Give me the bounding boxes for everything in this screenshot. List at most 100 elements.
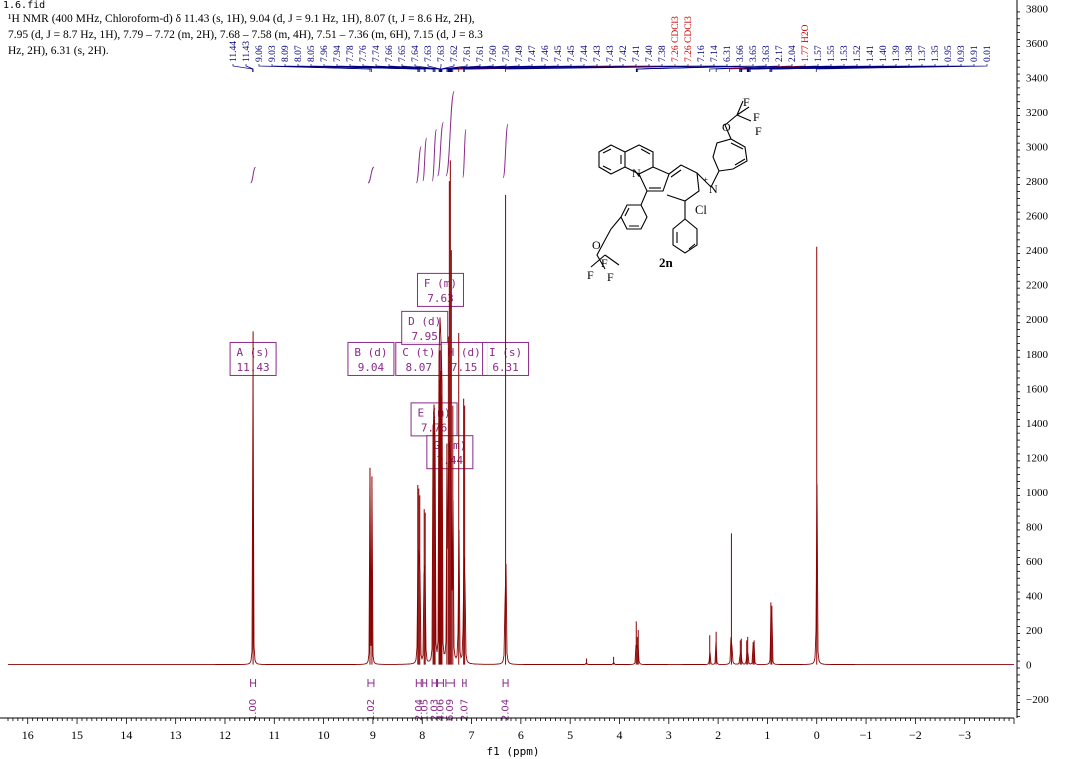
x-tick-label: −2	[909, 728, 922, 742]
peak-label: 7.63	[437, 45, 447, 62]
atom-label: Cl	[695, 203, 707, 217]
peak-label: 7.62	[450, 45, 460, 62]
multiplet-label-C: C (t)	[402, 346, 435, 359]
x-tick-label: 7	[469, 728, 475, 742]
peak-label: 7.26 CDCl3	[684, 16, 694, 62]
x-tick-label: 6	[518, 728, 524, 742]
y-tick-label: 3600	[1026, 38, 1049, 50]
peak-leader	[232, 64, 253, 72]
y-tick-label: 0	[1026, 660, 1032, 672]
integral-bracket	[437, 679, 444, 687]
integral-bracket	[367, 679, 375, 687]
peak-label: 9.03	[268, 45, 278, 62]
peak-label: 0.93	[957, 45, 967, 62]
multiplet-shift-D: 7.95	[411, 330, 438, 343]
x-tick-label: 12	[219, 728, 231, 742]
y-tick-label: 2000	[1026, 314, 1049, 326]
y-tick-label: 3800	[1026, 3, 1049, 15]
peak-label: 11.43	[242, 41, 252, 62]
peak-label: 7.76	[359, 45, 369, 62]
y-tick-label: 600	[1026, 556, 1043, 568]
peak-label: 1.35	[931, 45, 941, 62]
y-tick-label: 200	[1026, 625, 1043, 637]
peak-label: 7.26 CDCl3	[671, 16, 681, 62]
peak-label: 7.66	[385, 45, 395, 62]
y-tick-label: 3200	[1026, 107, 1049, 119]
peak-label: 7.61	[463, 45, 473, 62]
peak-label: 1.52	[853, 45, 863, 62]
peak-label: 7.63	[424, 45, 434, 62]
y-tick-label: 1400	[1026, 418, 1049, 430]
peak-label: 1.77 H2O	[801, 24, 811, 62]
multiplet-shift-B: 9.04	[358, 361, 385, 374]
integral-curve	[367, 166, 375, 184]
x-tick-label: 16	[22, 728, 34, 742]
peak-label: 7.45	[567, 45, 577, 62]
x-tick-label: 5	[567, 728, 573, 742]
peak-label: 1.38	[905, 45, 915, 62]
integral-curve	[250, 166, 257, 184]
peak-label: 7.16	[697, 45, 707, 62]
x-tick-label: 4	[616, 728, 622, 742]
peak-label: 0.95	[944, 45, 954, 62]
y-tick-label: 1000	[1026, 487, 1049, 499]
integral-bracket	[422, 679, 428, 687]
peak-label: 2.04	[788, 45, 798, 62]
peak-label: 7.78	[346, 45, 356, 62]
peak-label: 8.05	[307, 45, 317, 62]
spectrum-layer	[8, 160, 1014, 666]
peak-label: 7.44	[580, 45, 590, 62]
y-tick-label: 2200	[1026, 280, 1049, 292]
integral-bracket	[250, 679, 257, 687]
nmr-spectrum-chart: A (s)11.43B (d)9.04C (t)8.07D (d)7.95E (…	[0, 0, 1049, 758]
x-tick-label: 13	[170, 728, 182, 742]
x-tick-label: 2	[715, 728, 721, 742]
y-tick-label: 2600	[1026, 211, 1049, 223]
integral-bracket	[415, 679, 422, 687]
x-tick-label: 8	[419, 728, 425, 742]
file-name: 1.6.fid	[3, 0, 46, 11]
x-tick-label: 11	[269, 728, 281, 742]
integral-curve	[422, 137, 428, 182]
peak-label: 7.41	[632, 45, 642, 62]
x-tick-label: −1	[860, 728, 873, 742]
y-tick-label: 3400	[1026, 73, 1049, 85]
peak-label: 1.57	[814, 45, 824, 62]
y-tick-label: 1200	[1026, 452, 1049, 464]
peak-label: 7.38	[658, 45, 668, 62]
x-tick-label: 10	[318, 728, 330, 742]
peak-label: 0.01	[983, 45, 993, 62]
atom-label: F	[607, 270, 614, 284]
peak-label: 1.37	[918, 45, 928, 62]
peak-label: 1.41	[866, 45, 876, 62]
peak-label: 7.96	[320, 45, 330, 62]
peak-label: 7.61	[476, 45, 486, 62]
x-tick-label: 1	[764, 728, 770, 742]
peak-label: 8.09	[281, 45, 291, 62]
y-tick-label: −200	[1026, 694, 1049, 706]
peak-label: 7.64	[411, 45, 421, 62]
peak-label: 7.49	[515, 45, 525, 62]
peak-label: 7.43	[593, 45, 603, 62]
peak-label: 8.07	[294, 45, 304, 62]
peak-label: 7.74	[372, 45, 382, 62]
y-tick-label: 2800	[1026, 176, 1049, 188]
peak-label: 7.14	[710, 45, 720, 62]
peak-label: 7.65	[398, 45, 408, 62]
atom-label: F	[743, 95, 750, 109]
peak-label: 7.50	[502, 45, 512, 62]
y-tick-label: 1600	[1026, 383, 1049, 395]
peak-label: 11.44	[229, 41, 239, 62]
x-tick-label: 14	[120, 728, 132, 742]
peak-label: 7.43	[606, 45, 616, 62]
peak-label: 7.46	[541, 45, 551, 62]
peak-label: 7.40	[645, 45, 655, 62]
y-tick-label: 800	[1026, 521, 1043, 533]
x-tick-label: 3	[666, 728, 672, 742]
multiplet-shift-H: 7.15	[451, 361, 478, 374]
peak-label: 1.40	[879, 45, 889, 62]
peak-label: 3.65	[749, 45, 759, 62]
multiplet-label-H: H (d)	[448, 346, 481, 359]
peak-label: 1.39	[892, 45, 902, 62]
peak-label: 7.47	[528, 45, 538, 62]
